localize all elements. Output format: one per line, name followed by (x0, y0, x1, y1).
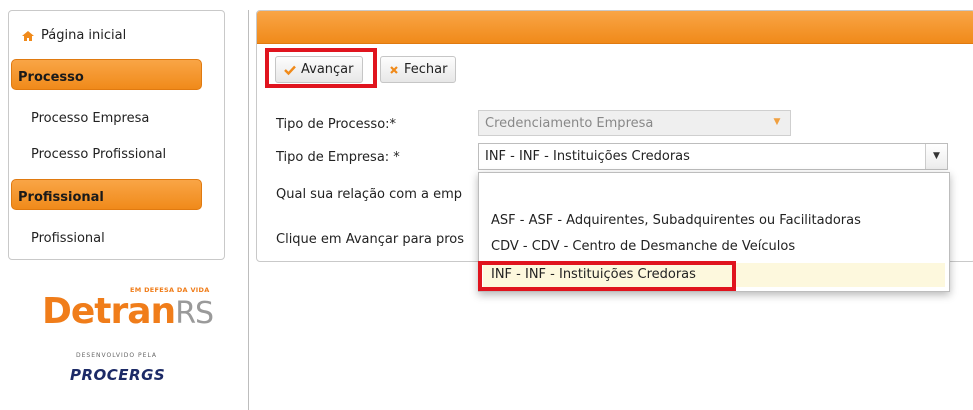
chevron-down-icon[interactable]: ▼ (925, 144, 947, 169)
sidebar-item-processo-profissional[interactable]: Processo Profissional (31, 147, 166, 162)
instruction-text: Clique em Avançar para pros (276, 232, 465, 247)
option-asf[interactable]: ASF - ASF - Adquirentes, Subadquirentes … (491, 213, 861, 228)
tipo-empresa-value: INF - INF - Instituições Credoras (485, 149, 690, 164)
detran-logo: EM DEFESA DA VIDA DetranRS (42, 286, 214, 334)
close-button[interactable]: Fechar (380, 56, 457, 83)
developed-by-label: DESENVOLVIDO PELA (76, 352, 158, 359)
detran-wordmark: DetranRS (42, 291, 214, 334)
detran-rs-text: RS (175, 296, 214, 331)
section-processo[interactable]: Processo (11, 59, 202, 90)
sidebar-item-processo-empresa[interactable]: Processo Empresa (31, 111, 149, 126)
home-icon (22, 30, 34, 41)
relacao-label: Qual sua relação com a emp (276, 187, 463, 202)
tipo-processo-select: Credenciamento Empresa ▼ (478, 110, 791, 136)
close-label: Fechar (404, 62, 448, 77)
vertical-divider (248, 10, 249, 410)
sidebar-item-profissional[interactable]: Profissional (31, 231, 105, 246)
home-link[interactable]: Página inicial (21, 28, 126, 43)
sidebar: Página inicial Processo Processo Empresa… (8, 10, 225, 260)
detran-text: Detran (42, 291, 176, 332)
advance-button-highlight (265, 48, 377, 88)
tipo-empresa-select[interactable]: INF - INF - Instituições Credoras ▼ (478, 143, 948, 170)
tipo-processo-value: Credenciamento Empresa (485, 116, 654, 131)
option-inf-highlight (478, 261, 736, 291)
home-label: Página inicial (41, 28, 127, 43)
section-profissional[interactable]: Profissional (11, 179, 202, 210)
tipo-empresa-label: Tipo de Empresa: * (276, 150, 400, 165)
panel-header-bar (257, 11, 973, 44)
close-icon (390, 65, 398, 74)
procergs-logo: PROCERGS (70, 366, 166, 384)
option-cdv[interactable]: CDV - CDV - Centro de Desmanche de Veícu… (491, 239, 795, 254)
tipo-processo-label: Tipo de Processo:* (276, 117, 397, 132)
chevron-down-icon: ▼ (773, 117, 781, 127)
